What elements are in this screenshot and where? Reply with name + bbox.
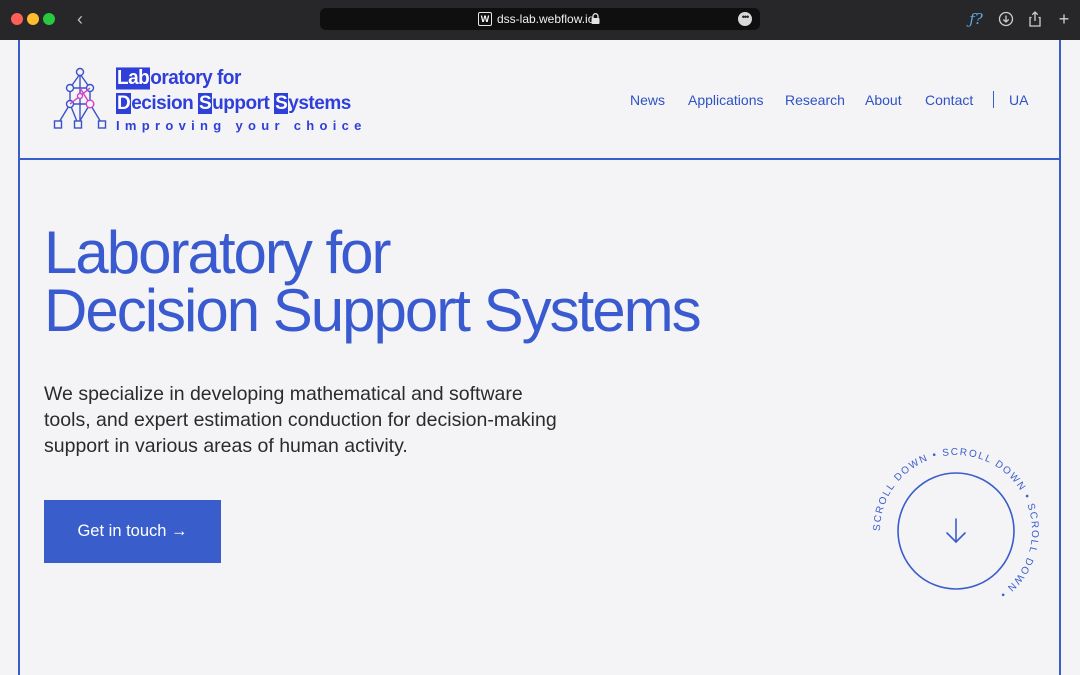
logo-highlight-s2: S [274,93,289,114]
url-text: dss-lab.webflow.io [497,12,595,26]
address-bar[interactable]: W dss-lab.webflow.io ••• [320,8,760,30]
frame-left-line [18,40,20,675]
nav-separator [993,91,994,108]
nav-item-research[interactable]: Research [785,90,845,110]
font-extension-icon[interactable]: ƒ? [966,9,986,29]
new-tab-icon[interactable]: + [1054,9,1074,29]
network-logo-icon [53,67,107,129]
nav-item-applications[interactable]: Applications [688,90,764,110]
maximize-window-button[interactable] [43,13,55,25]
arrow-down-icon [946,518,966,544]
nav-item-contact[interactable]: Contact [925,90,973,110]
hero-title: Laboratory for Decision Support Systems [44,219,702,344]
header-divider [18,158,1061,160]
hero-title-line1: Laboratory for [44,219,392,286]
logo-line2-part-a: ecision [131,93,198,114]
close-window-button[interactable] [11,13,23,25]
share-icon[interactable] [1025,9,1045,29]
logo-highlight-d: D [116,93,132,114]
language-switch-ua[interactable]: UA [1009,90,1028,110]
scroll-down-badge[interactable]: SCROLL DOWN • SCROLL DOWN • SCROLL DOWN … [871,446,1041,616]
nav-item-about[interactable]: About [865,90,902,110]
lock-icon [591,13,600,24]
logo-line2-part-b: upport [212,93,275,114]
logo-title-line1: Laboratory for [116,67,241,90]
site-favicon-icon: W [478,12,492,26]
logo-tagline: Improving your choice [116,118,367,133]
back-arrow-icon[interactable]: ‹ [70,8,90,30]
logo-title-line2: Decision Support Systems [116,93,351,115]
logo-highlight-lab: Lab [116,67,151,90]
frame-right-line [1059,40,1061,675]
get-in-touch-button[interactable]: Get in touch → [44,500,221,563]
logo-line1-rest: oratory for [150,67,241,90]
hero-description: We specialize in developing mathematical… [44,383,557,457]
hero-title-line2: Decision Support Systems [44,277,702,344]
nav-item-news[interactable]: News [630,90,665,110]
download-icon[interactable] [996,9,1016,29]
logo-highlight-s1: S [197,93,213,114]
logo-line2-part-c: ystems [288,93,351,114]
site-logo[interactable]: Laboratory for Decision Support Systems … [52,66,361,136]
page-menu-icon[interactable]: ••• [738,12,752,26]
minimize-window-button[interactable] [27,13,39,25]
browser-toolbar: ‹ W dss-lab.webflow.io ••• ƒ? + [0,0,1080,40]
